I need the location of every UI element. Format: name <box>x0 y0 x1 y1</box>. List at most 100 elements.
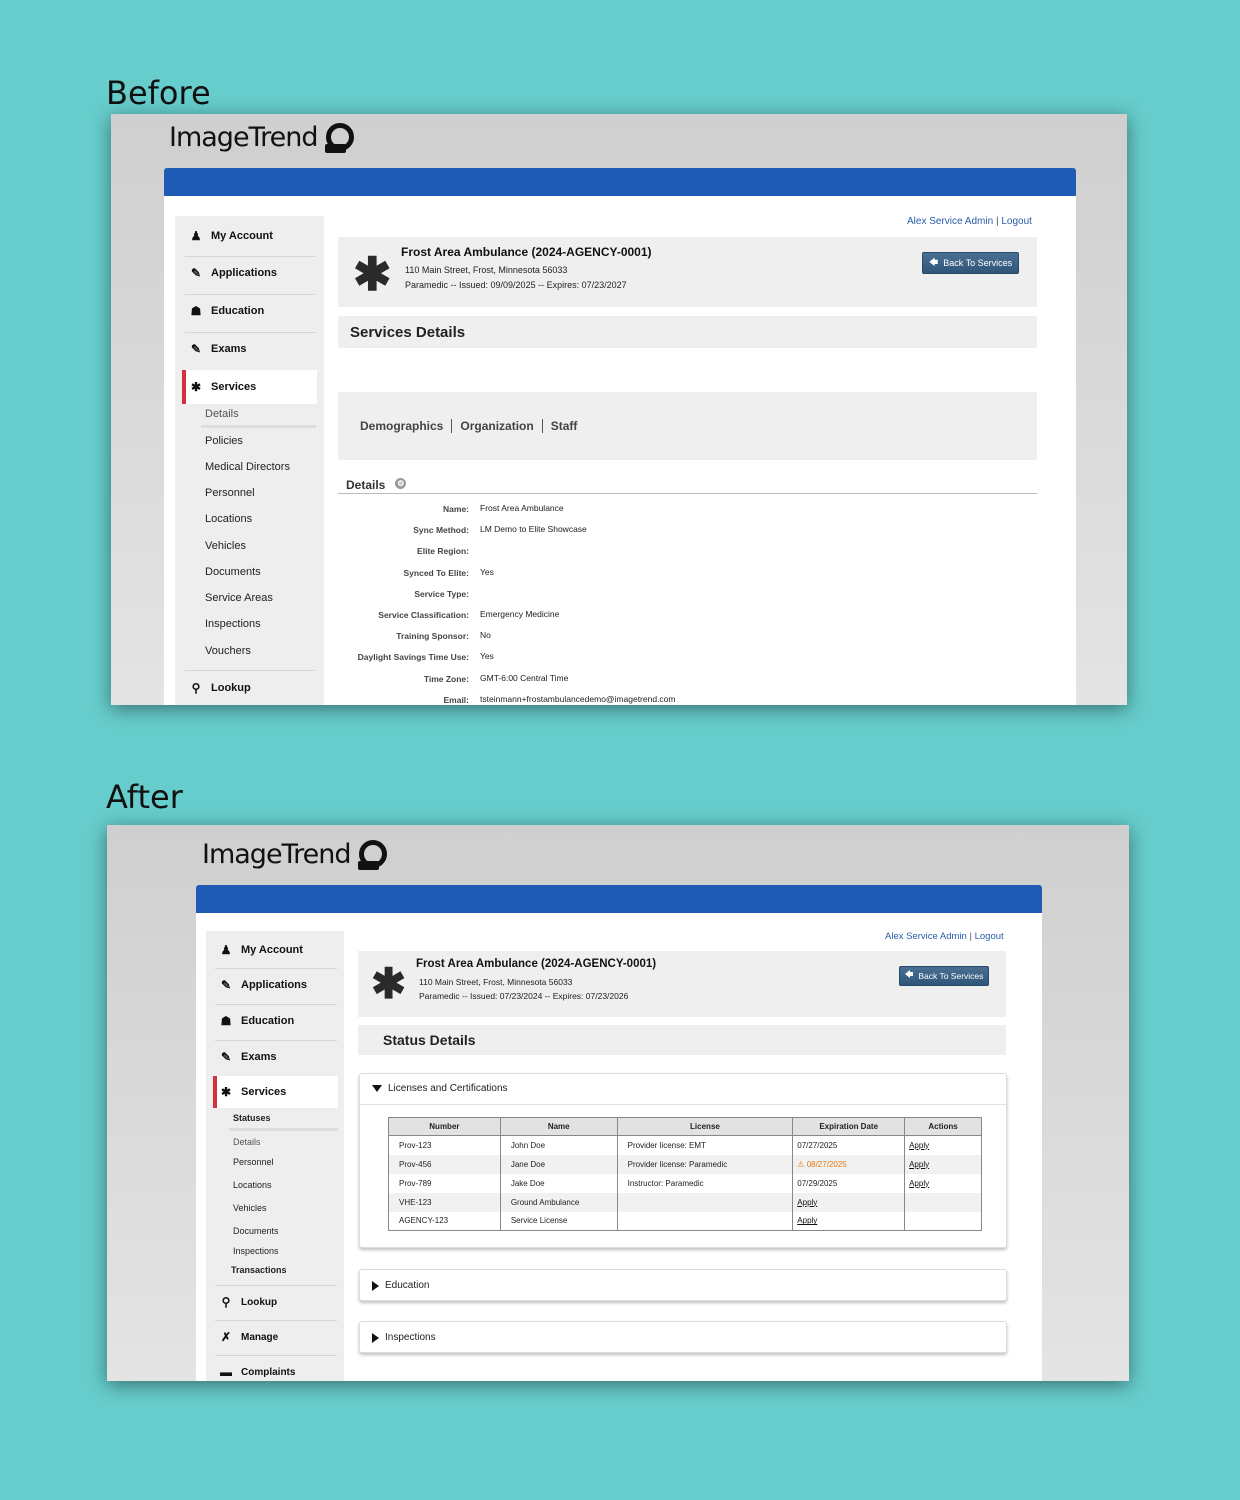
field-value: LM Demo to Elite Showcase <box>480 524 587 535</box>
sub-item-details[interactable]: Details <box>233 1137 261 1147</box>
field-label: Email: <box>443 694 469 705</box>
cell-name: John Doe <box>499 1135 618 1155</box>
imagetrend-logo-icon <box>358 839 388 870</box>
table-row: AGENCY-123 Service License Apply <box>388 1211 982 1231</box>
top-blue-bar <box>164 168 1076 196</box>
column-header[interactable]: Actions <box>904 1117 982 1136</box>
gear-icon[interactable]: ⚙ <box>395 478 407 489</box>
nav-manage[interactable]: ✗ Manage <box>219 1330 278 1344</box>
apply-link[interactable]: Apply <box>797 1216 817 1225</box>
sub-item-inspections[interactable]: Inspections <box>233 1246 279 1256</box>
column-header[interactable]: License <box>616 1117 793 1136</box>
logo-text: ImageTrend <box>202 839 351 870</box>
apply-link[interactable]: Apply <box>909 1141 929 1150</box>
after-caption: After <box>106 778 183 816</box>
before-caption: Before <box>106 74 211 112</box>
divider <box>215 968 337 969</box>
cell-expiration: Apply <box>792 1192 905 1212</box>
sub-item-medical-directors[interactable]: Medical Directors <box>205 461 290 473</box>
nav-my-account[interactable]: ♟ My Account <box>189 229 273 243</box>
column-header[interactable]: Expiration Date <box>792 1117 905 1136</box>
star-of-life-icon: ✱ <box>220 1085 232 1099</box>
nav-services[interactable]: ✱ Services <box>189 380 256 394</box>
caret-right-icon <box>372 1332 379 1343</box>
document-edit-icon: ✎ <box>190 266 202 280</box>
caret-down-icon <box>372 1085 382 1092</box>
inspections-accordion-header[interactable]: Inspections <box>372 1332 436 1343</box>
sub-item-details[interactable]: Details <box>205 408 239 420</box>
details-heading: Details ⚙ <box>338 476 1037 494</box>
logout-link[interactable]: Logout <box>975 931 1004 942</box>
divider <box>215 1285 337 1286</box>
cell-name: Ground Ambulance <box>499 1192 618 1212</box>
cell-actions <box>904 1192 982 1212</box>
nav-education[interactable]: ☗ Education <box>219 1014 295 1028</box>
service-license-line: Paramedic -- Issued: 07/23/2024 -- Expir… <box>419 991 629 1001</box>
tab-demographics[interactable]: Demographics <box>360 419 453 433</box>
sub-item-documents[interactable]: Documents <box>205 566 261 578</box>
user-link[interactable]: Alex Service Admin <box>885 931 967 942</box>
service-address: 110 Main Street, Frost, Minnesota 56033 <box>419 977 573 987</box>
sub-item-personnel[interactable]: Personnel <box>205 487 255 499</box>
nav-exams[interactable]: ✎ Exams <box>189 342 247 356</box>
logout-link[interactable]: Logout <box>1001 216 1032 227</box>
exam-icon: ✎ <box>220 1050 232 1064</box>
nav-services[interactable]: ✱ Services <box>219 1085 286 1099</box>
nav-lookup[interactable]: ⚲ Lookup <box>219 1295 278 1309</box>
cell-number: Prov-456 <box>388 1154 501 1174</box>
graduation-cap-icon: ☗ <box>220 1014 232 1028</box>
back-to-services-button[interactable]: 🡄 Back To Services <box>899 966 989 986</box>
apply-link[interactable]: Apply <box>797 1198 817 1207</box>
column-header[interactable]: Number <box>388 1117 501 1136</box>
sub-item-locations[interactable]: Locations <box>205 513 252 525</box>
tab-staff[interactable]: Staff <box>543 419 586 433</box>
active-underline <box>201 425 316 428</box>
nav-complaints[interactable]: ▬ Complaints <box>219 1365 295 1379</box>
sub-item-locations[interactable]: Locations <box>233 1180 272 1190</box>
search-icon: ⚲ <box>191 681 201 695</box>
sub-item-vehicles[interactable]: Vehicles <box>233 1203 267 1213</box>
sub-item-inspections[interactable]: Inspections <box>205 618 261 630</box>
cell-actions <box>904 1211 982 1231</box>
sub-item-vouchers[interactable]: Vouchers <box>205 645 251 657</box>
field-label: Service Classification: <box>378 610 469 620</box>
education-accordion[interactable]: Education <box>359 1269 1007 1301</box>
nav-exams[interactable]: ✎ Exams <box>219 1050 277 1064</box>
apply-link[interactable]: Apply <box>909 1160 929 1169</box>
nav-applications[interactable]: ✎ Applications <box>219 978 307 992</box>
cell-license <box>616 1211 793 1231</box>
nav-lookup[interactable]: ⚲ Lookup <box>189 681 251 695</box>
cell-name: Jane Doe <box>499 1154 618 1174</box>
user-link[interactable]: Alex Service Admin <box>907 216 993 227</box>
star-of-life-icon: ✱ <box>190 380 202 394</box>
apply-link[interactable]: Apply <box>909 1179 929 1188</box>
field-value: GMT-6:00 Central Time <box>480 672 569 683</box>
nav-education[interactable]: ☗ Education <box>189 304 265 318</box>
caret-right-icon <box>372 1280 379 1291</box>
field-value: tsteinmann+frostambulancedemo@imagetrend… <box>480 693 676 704</box>
inspections-accordion[interactable]: Inspections <box>359 1321 1007 1353</box>
divider <box>185 256 315 257</box>
imagetrend-logo: ImageTrend <box>202 839 388 870</box>
sub-item-statuses[interactable]: Statuses <box>233 1113 271 1123</box>
back-to-services-button[interactable]: 🡄 Back To Services <box>922 252 1019 274</box>
education-accordion-header[interactable]: Education <box>372 1280 429 1291</box>
user-links: Alex Service Admin | Logout <box>885 931 1004 942</box>
person-icon: ♟ <box>220 943 232 957</box>
tab-organization[interactable]: Organization <box>452 419 543 433</box>
licenses-accordion-header[interactable]: Licenses and Certifications <box>372 1083 508 1094</box>
sub-item-service-areas[interactable]: Service Areas <box>205 592 273 604</box>
cell-license: Provider license: Paramedic <box>616 1154 793 1174</box>
service-address: 110 Main Street, Frost, Minnesota 56033 <box>405 265 568 275</box>
logo-text: ImageTrend <box>169 122 318 153</box>
sub-item-vehicles[interactable]: Vehicles <box>205 540 246 552</box>
nav-applications[interactable]: ✎ Applications <box>189 266 277 280</box>
nav-my-account[interactable]: ♟ My Account <box>219 943 303 957</box>
sub-item-policies[interactable]: Policies <box>205 435 243 447</box>
sub-item-personnel[interactable]: Personnel <box>233 1157 274 1167</box>
column-header[interactable]: Name <box>499 1117 618 1136</box>
sub-item-transactions[interactable]: Transactions <box>231 1265 287 1275</box>
sidebar <box>206 931 344 1381</box>
service-title: Frost Area Ambulance (2024-AGENCY-0001) <box>401 245 652 259</box>
sub-item-documents[interactable]: Documents <box>233 1226 279 1236</box>
